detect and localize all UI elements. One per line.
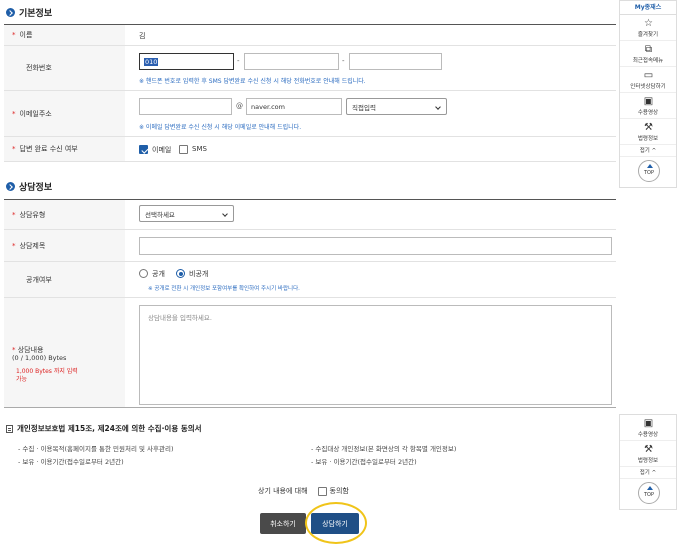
video-icon: ▣ (643, 96, 654, 107)
notify-sms-label: SMS (192, 145, 207, 153)
phone-prefix-value: 010 (144, 57, 159, 66)
privacy-heading: 개인정보보호법 제15조, 제24조에 의한 수집·이용 동의서 (6, 423, 202, 434)
agree-line: 상기 내용에 대해 동의함 (258, 486, 349, 496)
chevron-down-icon (435, 104, 441, 110)
phone-prefix-input[interactable]: 010 (139, 53, 234, 70)
quick-recent[interactable]: ⧉ 최근접속메뉴 (620, 41, 676, 67)
privacy-items: - 수집대상 개인정보(본 화면상의 각 항목별 개인정보) (311, 445, 457, 453)
quick-fold-button[interactable]: 접기 ^ (620, 145, 676, 157)
top-button-2[interactable]: TOP (638, 482, 660, 504)
email-domain-input[interactable]: naver.com (246, 98, 342, 115)
agree-text: 상기 내용에 대해 (258, 487, 308, 495)
name-label: 이름 (19, 31, 33, 39)
quick-menu: My종재스 ☆ 즐겨찾기 ⧉ 최근접속메뉴 ▭ 인터넷상담하기 ▣ 수용영상 ⚒… (619, 0, 677, 188)
public-yes-label: 공개 (152, 270, 165, 278)
consult-info-heading: 상담정보 (6, 180, 52, 193)
email-id-input[interactable] (139, 98, 232, 115)
email-domain-select[interactable]: 직접입력 (346, 98, 447, 115)
consult-info-title: 상담정보 (19, 183, 53, 193)
content-byte-count: (0 / 1,000) Bytes (12, 354, 67, 362)
agree-checkbox-label: 동의함 (329, 487, 349, 495)
content-row: * 상담내용 (0 / 1,000) Bytes 1,000 Bytes 까지 … (4, 298, 616, 408)
quick-online-consult[interactable]: ▭ 인터넷상담하기 (620, 67, 676, 93)
gavel-icon: ⚒ (644, 122, 653, 133)
document-icon (6, 424, 13, 433)
basic-info-heading: 기본정보 (6, 6, 52, 19)
privacy-title: 개인정보보호법 제15조, 제24조에 의한 수집·이용 동의서 (17, 424, 202, 433)
phone-middle-input[interactable] (244, 53, 339, 70)
recent-icon: ⧉ (644, 44, 653, 55)
form-area: 기본정보 * 이름 김 전화번호 010 - - ※ 핸드폰 번호로 입력한 후 … (0, 0, 616, 546)
type-label: 상담유형 (19, 210, 46, 219)
privacy-retention-left: - 보유 · 이용기간(접수일로부터 2년간) (18, 458, 124, 466)
type-row: * 상담유형 선택하세요 (4, 200, 616, 230)
notify-label: 답변 완료 수신 여부 (19, 145, 78, 153)
cancel-button[interactable]: 취소하기 (260, 513, 306, 534)
email-note: ※ 이메일 답변완료 수신 신청 시 해당 이메일로 안내해 드립니다. (139, 124, 302, 131)
phone-row: 전화번호 010 - - ※ 핸드폰 번호로 입력한 후 SMS 답변완료 수신… (4, 46, 616, 91)
quick-menu-head[interactable]: My종재스 (620, 1, 676, 15)
public-label: 공개여부 (26, 275, 52, 284)
email-label: 이메일주소 (19, 109, 52, 118)
public-row: 공개여부 공개 비공개 ※ 공개로 전환 시 개인정보 포함여부를 확인하여 주… (4, 262, 616, 298)
content-limit-note-2: 가능 (16, 376, 28, 383)
quick-video[interactable]: ▣ 수용영상 (620, 93, 676, 119)
subject-row: * 상담제목 (4, 230, 616, 262)
subject-input[interactable] (139, 237, 612, 255)
phone-last-input[interactable] (349, 53, 442, 70)
notify-email-checkbox[interactable] (139, 145, 148, 154)
phone-label: 전화번호 (26, 64, 52, 72)
quick-law-2[interactable]: ⚒ 법령정보 (620, 441, 676, 467)
notify-sms-checkbox[interactable] (179, 145, 188, 154)
top-button[interactable]: TOP (638, 160, 660, 182)
section-bullet-icon (6, 8, 15, 17)
quick-favorites[interactable]: ☆ 즐겨찾기 (620, 15, 676, 41)
quick-fold-button-2[interactable]: 접기 ^ (620, 467, 676, 479)
video-icon: ▣ (643, 418, 654, 429)
privacy-retention-right: - 보유 · 이용기간(접수일로부터 2년간) (311, 458, 417, 466)
content-label: 상담내용 (17, 346, 44, 354)
privacy-purpose: - 수집 · 이용목적(홈페이지를 통한 민원처리 및 사후관리) (18, 445, 174, 453)
name-value: 김 (139, 32, 146, 40)
notify-email-label: 이메일 (152, 146, 172, 154)
content-textarea[interactable]: 상담내용을 입력하세요. (139, 305, 612, 405)
submit-button[interactable]: 상담하기 (311, 513, 359, 534)
section-bullet-icon (6, 182, 15, 191)
public-no-label: 비공개 (189, 270, 209, 278)
quick-menu-bottom: ▣ 수용영상 ⚒ 법령정보 접기 ^ TOP (619, 414, 677, 510)
quick-law[interactable]: ⚒ 법령정보 (620, 119, 676, 145)
gavel-icon: ⚒ (644, 444, 653, 455)
email-row: * 이메일주소 @ naver.com 직접입력 ※ 이메일 답변완료 수신 신청… (4, 91, 616, 137)
laptop-icon: ▭ (643, 70, 654, 81)
phone-note: ※ 핸드폰 번호로 입력한 후 SMS 답변완료 수신 신청 시 해당 전화번호… (139, 78, 366, 85)
basic-info-title: 기본정보 (19, 9, 53, 19)
name-row: * 이름 김 (4, 25, 616, 46)
agree-checkbox[interactable] (317, 486, 327, 496)
public-note: ※ 공개로 전환 시 개인정보 포함여부를 확인하여 주시기 바랍니다. (148, 286, 300, 292)
subject-label: 상담제목 (19, 241, 46, 250)
star-icon: ☆ (644, 18, 653, 29)
consult-type-select[interactable]: 선택하세요 (139, 205, 234, 222)
public-yes-radio[interactable] (139, 269, 148, 278)
chevron-down-icon (222, 211, 228, 217)
quick-video-2[interactable]: ▣ 수용영상 (620, 415, 676, 441)
public-no-radio[interactable] (176, 269, 185, 278)
notify-row: * 답변 완료 수신 여부 이메일 SMS (4, 137, 616, 162)
